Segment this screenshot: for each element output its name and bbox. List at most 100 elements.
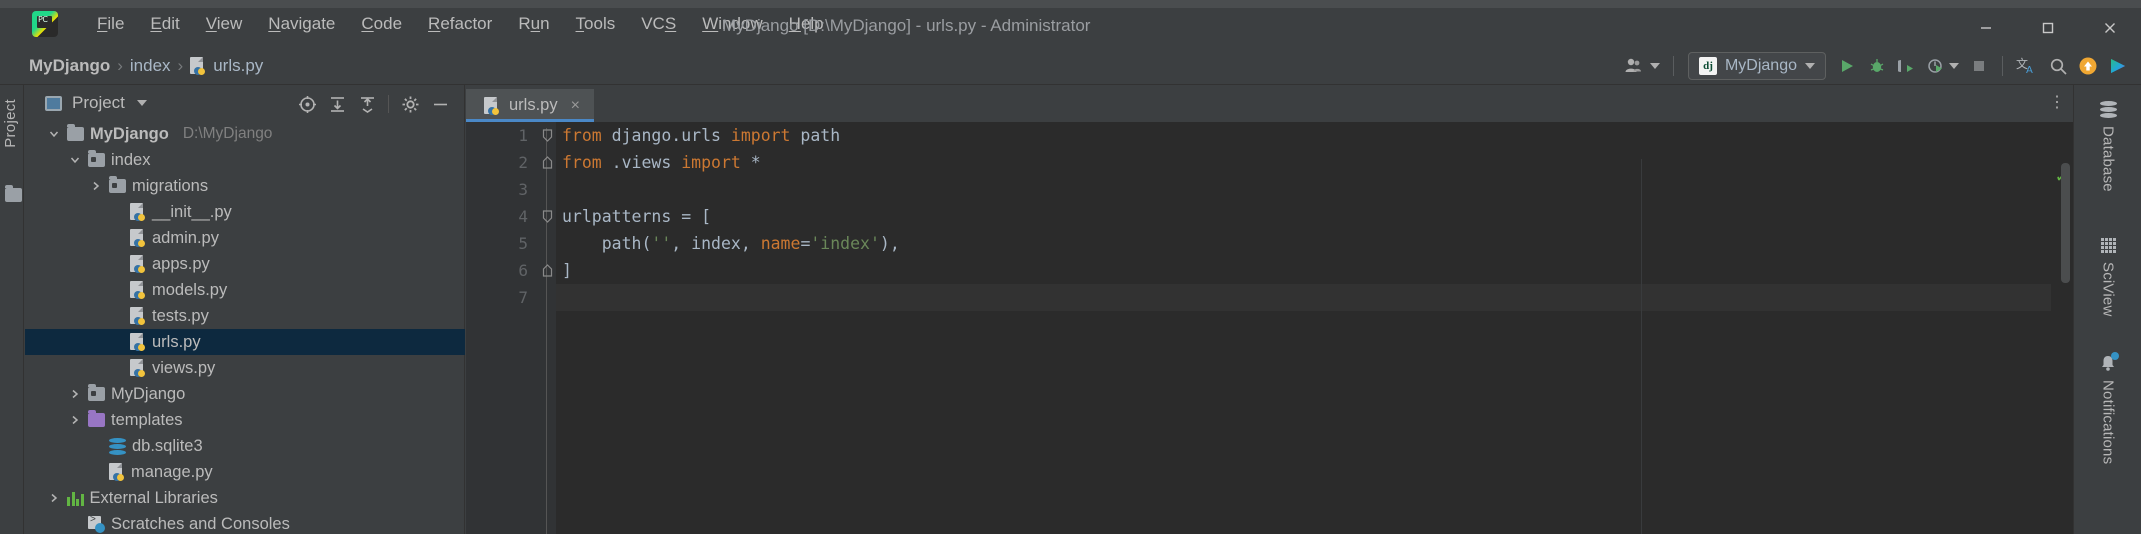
code-line[interactable]: 5 path('', index, name='index'), [518, 230, 2073, 257]
run-with-coverage-button[interactable] [1892, 52, 1922, 80]
chevron-down-icon[interactable] [47, 127, 61, 141]
chevron-right-icon[interactable] [68, 413, 82, 427]
tree-node-models-py[interactable]: models.py [25, 277, 465, 303]
breadcrumb-item-index[interactable]: index [125, 54, 176, 78]
menu-item-refactor[interactable]: Refactor [415, 10, 505, 38]
python-file-icon [130, 229, 146, 247]
svg-text:A: A [2026, 65, 2033, 76]
tree-node-label: db.sqlite3 [132, 436, 203, 455]
chevron-right-icon[interactable] [89, 179, 103, 193]
close-icon[interactable]: × [571, 97, 580, 115]
close-button[interactable] [2079, 8, 2141, 47]
search-icon[interactable] [2043, 52, 2073, 80]
tool-window-button-project[interactable]: Project [2, 99, 22, 148]
code-line[interactable]: 4 urlpatterns = [ [518, 203, 2073, 230]
python-file-icon [130, 281, 146, 299]
settings-gear-icon[interactable] [396, 91, 424, 117]
tree-node-scratches-and-consoles[interactable]: Scratches and Consoles [25, 511, 465, 534]
tree-node-mydjango[interactable]: MyDjango [25, 381, 465, 407]
tree-node-urls-py[interactable]: urls.py [25, 329, 465, 355]
fold-start-icon[interactable] [538, 203, 556, 230]
fold-start-icon[interactable] [538, 122, 556, 149]
project-panel-title[interactable]: Project [72, 93, 125, 113]
tool-window-button-sciview[interactable]: SciView [2074, 235, 2141, 316]
tree-node-templates[interactable]: templates [25, 407, 465, 433]
tree-node-index[interactable]: index [25, 147, 465, 173]
tree-node-migrations[interactable]: migrations [25, 173, 465, 199]
menu-item-file[interactable]: File [84, 10, 137, 38]
tree-node-db-sqlite3[interactable]: db.sqlite3 [25, 433, 465, 459]
tree-node-label: index [111, 150, 151, 169]
profile-button[interactable] [1922, 52, 1964, 80]
tool-window-label: Database [2099, 126, 2117, 192]
tree-node-label: views.py [152, 358, 216, 377]
ide-play-icon[interactable] [2103, 52, 2133, 80]
menu-item-run[interactable]: Run [505, 10, 562, 38]
run-button[interactable] [1832, 52, 1862, 80]
code-line[interactable]: 1 from django.urls import path [518, 122, 2073, 149]
code-token: urlpatterns = [ [562, 207, 712, 226]
menu-item-edit[interactable]: Edit [137, 10, 192, 38]
chevron-down-icon[interactable] [68, 153, 82, 167]
code-token: * [740, 153, 761, 172]
code-folding-gutter [538, 122, 556, 534]
breadcrumb-item-project[interactable]: MyDjango [24, 54, 115, 78]
menu-item-view[interactable]: View [193, 10, 256, 38]
code-content[interactable]: 1 from django.urls import path 2 from .view… [518, 122, 2073, 534]
code-line[interactable]: 7 [518, 284, 2073, 311]
chevron-right-icon[interactable] [47, 491, 61, 505]
tree-node-label: tests.py [152, 306, 209, 325]
select-opened-file-icon[interactable] [293, 91, 321, 117]
project-panel-toolbar [293, 91, 454, 117]
navigation-bar: MyDjango › index › urls.py dj MyDjango 文… [0, 47, 2141, 85]
user-accounts-icon[interactable] [1619, 52, 1665, 80]
menu-item-navigate[interactable]: Navigate [255, 10, 348, 38]
editor-markup-gutter[interactable]: ✓ [2051, 159, 2073, 534]
tree-node-manage-py[interactable]: manage.py [25, 459, 465, 485]
expand-all-icon[interactable] [323, 91, 351, 117]
project-tool-window: Project MyDjango D:\MyDjango index migra… [25, 85, 465, 534]
update-icon[interactable] [2073, 52, 2103, 80]
tree-node-views-py[interactable]: views.py [25, 355, 465, 381]
menu-item-vcs[interactable]: VCS [628, 10, 689, 38]
tool-window-button-notifications[interactable]: Notifications [2074, 352, 2141, 464]
chevron-down-icon[interactable] [136, 100, 147, 106]
run-configuration-selector[interactable]: dj MyDjango [1687, 52, 1826, 80]
tree-node-tests-py[interactable]: tests.py [25, 303, 465, 329]
code-line[interactable]: 6] [518, 257, 2073, 284]
collapse-all-icon[interactable] [353, 91, 381, 117]
editor-options-icon[interactable]: ⋮ [2049, 92, 2065, 112]
translate-icon[interactable]: 文 A [2011, 52, 2043, 80]
tree-node-mydjango[interactable]: MyDjango D:\MyDjango [25, 121, 465, 147]
maximize-button[interactable] [2017, 8, 2079, 47]
code-editor[interactable]: 1 from django.urls import path 2 from .view… [466, 122, 2073, 534]
right-margin-line [1641, 159, 1642, 534]
code-token: 'index' [810, 234, 880, 253]
code-line[interactable]: 2 from .views import * [518, 149, 2073, 176]
editor-tab-urls-py[interactable]: urls.py × [466, 89, 594, 122]
right-tool-strip: Database SciView Notifications [2073, 85, 2141, 534]
stop-button[interactable] [1964, 52, 1994, 80]
code-token: from [562, 153, 602, 172]
tool-window-button-database[interactable]: Database [2074, 99, 2141, 192]
tree-node-external-libraries[interactable]: External Libraries [25, 485, 465, 511]
code-line[interactable]: 3 [518, 176, 2073, 203]
minimize-button[interactable] [1955, 8, 2017, 47]
tree-node--init-py[interactable]: __init__.py [25, 199, 465, 225]
hide-icon[interactable] [426, 91, 454, 117]
fold-end-icon[interactable] [538, 149, 556, 176]
fold-end-icon[interactable] [538, 257, 556, 284]
chevron-right-icon[interactable] [68, 387, 82, 401]
tree-node-apps-py[interactable]: apps.py [25, 251, 465, 277]
breadcrumb-item-file[interactable]: urls.py [185, 54, 268, 78]
editor-scrollbar-thumb[interactable] [2061, 163, 2070, 283]
code-token: , index, [671, 234, 761, 253]
debug-button[interactable] [1862, 52, 1892, 80]
menu-item-code[interactable]: Code [348, 10, 415, 38]
tree-node-admin-py[interactable]: admin.py [25, 225, 465, 251]
code-token: django.urls [601, 126, 731, 145]
line-number: 5 [518, 234, 528, 253]
menu-item-tools[interactable]: Tools [563, 10, 629, 38]
